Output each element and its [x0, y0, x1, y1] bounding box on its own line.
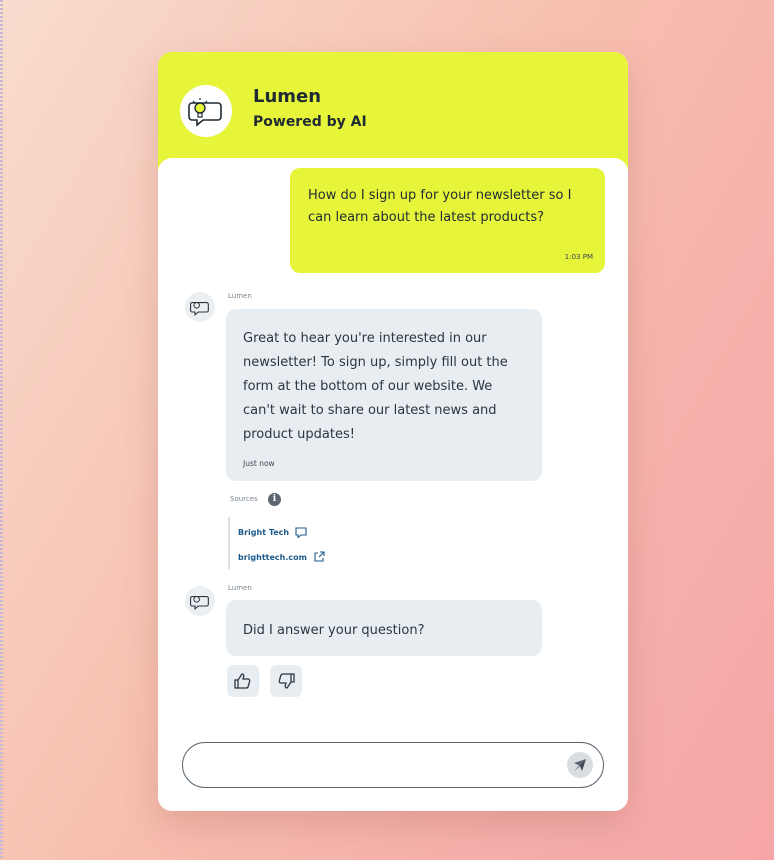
- chat-header: Lumen Powered by AI: [158, 52, 628, 170]
- sources-label: Sources: [230, 495, 258, 503]
- send-button[interactable]: [567, 752, 593, 778]
- source-link-label: brighttech.com: [238, 552, 307, 562]
- lightbulb-chat-icon: [188, 98, 222, 127]
- source-link-bright-tech[interactable]: Bright Tech: [238, 527, 307, 538]
- source-link-label: Bright Tech: [238, 528, 290, 537]
- thumbs-down-icon: [278, 673, 295, 689]
- source-link-brighttech-com[interactable]: brighttech.com: [238, 551, 325, 563]
- send-icon: [574, 759, 586, 771]
- user-message-text: How do I sign up for your newsletter so …: [308, 188, 572, 225]
- external-link-icon: [314, 551, 325, 562]
- message-timestamp: 1:03 PM: [564, 253, 593, 261]
- message-timestamp: Just now: [243, 459, 275, 468]
- bot-message-text: Great to hear you're interested in our n…: [243, 331, 508, 442]
- powered-by-label: Powered by AI: [253, 114, 367, 130]
- message-sender: Lumen: [228, 292, 252, 300]
- lightbulb-chat-icon: [190, 302, 209, 316]
- user-message: How do I sign up for your newsletter so …: [290, 168, 605, 273]
- thumbs-up-button[interactable]: [227, 665, 259, 697]
- bot-message-avatar: [185, 586, 215, 616]
- bot-message-avatar: [185, 292, 215, 322]
- bot-message: Did I answer your question?: [226, 600, 542, 656]
- thumbs-down-button[interactable]: [270, 665, 302, 697]
- message-sender: Lumen: [228, 584, 252, 592]
- message-input-wrapper: [182, 742, 604, 788]
- info-icon[interactable]: i: [268, 493, 281, 506]
- sources-divider: [228, 517, 230, 569]
- chat-widget: Lumen Powered by AI How do I sign up for…: [158, 52, 628, 811]
- lightbulb-chat-icon: [190, 596, 209, 610]
- bot-message: Great to hear you're interested in our n…: [226, 309, 542, 481]
- bot-name: Lumen: [253, 86, 322, 107]
- bot-message-text: Did I answer your question?: [243, 623, 425, 638]
- message-input[interactable]: [201, 753, 555, 779]
- background-edge: [0, 0, 3, 860]
- thumbs-up-icon: [234, 673, 251, 689]
- chat-bubble-icon: [295, 527, 307, 538]
- bot-avatar: [180, 85, 232, 137]
